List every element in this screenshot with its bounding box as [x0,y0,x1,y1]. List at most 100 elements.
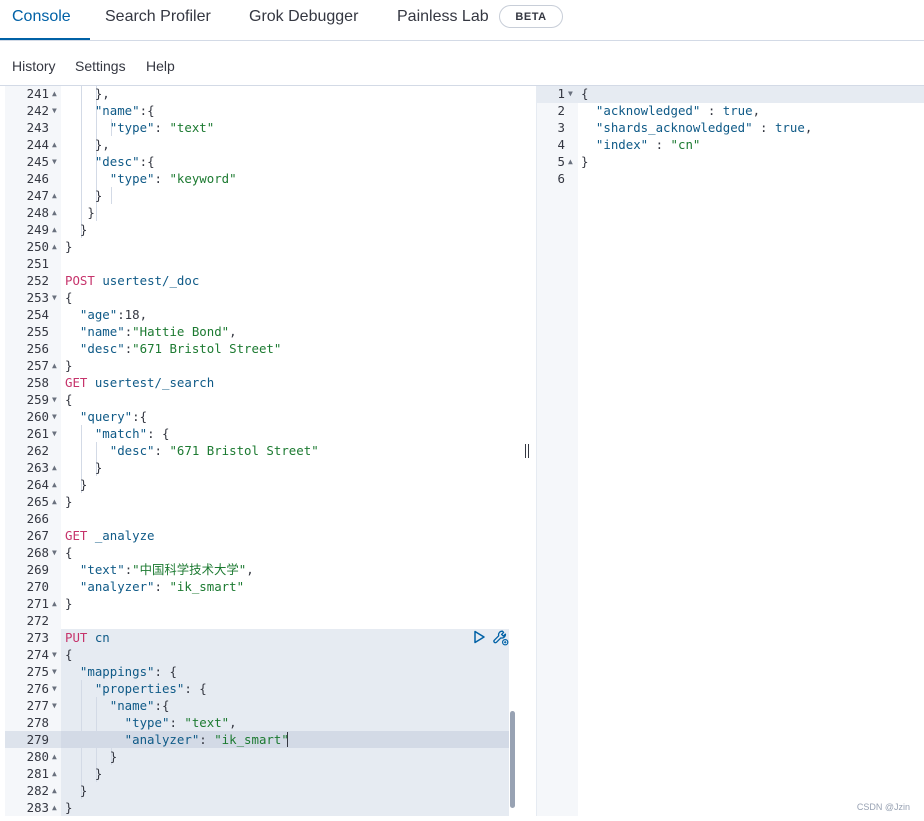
code-token: } [65,766,103,781]
code-line: 246 "type": "keyword" [5,170,521,187]
fold-up-icon[interactable]: ▲ [52,782,57,799]
code-line: 278 "type": "text", [5,714,521,731]
tab-painless-lab[interactable]: Painless Lab [397,0,489,40]
code-token: "properties" [65,681,185,696]
fold-down-icon[interactable]: ▼ [52,289,57,306]
fold-up-icon[interactable]: ▲ [568,153,573,170]
code-token: GET [65,375,95,390]
fold-down-icon[interactable]: ▼ [52,697,57,714]
line-number: 246 [26,171,49,186]
settings-menu[interactable]: Settings [75,58,126,74]
code-text: }, [65,86,110,102]
code-text: "name":{ [65,697,170,714]
fold-down-icon[interactable]: ▼ [568,86,573,102]
code-text: PUT cn [65,629,110,646]
code-token: "keyword" [169,171,237,186]
code-line: 261 ▼ "match": { [5,425,521,442]
code-text: "type": "text", [65,714,237,731]
code-line: 280 ▲ } [5,748,521,765]
code-text: } [65,765,102,782]
fold-up-icon[interactable]: ▲ [52,765,57,782]
line-number: 266 [26,511,49,526]
fold-down-icon[interactable]: ▼ [52,544,57,561]
code-token: : [154,443,170,458]
fold-down-icon[interactable]: ▼ [52,646,57,663]
code-text: } [65,187,102,204]
tab-grok-debugger[interactable]: Grok Debugger [249,0,358,40]
code-token: "analyzer" [65,732,200,747]
fold-down-icon[interactable]: ▼ [52,680,57,697]
line-number: 250 [26,239,49,254]
line-number: 274 [26,647,49,662]
pane-resize-handle[interactable] [524,444,530,458]
code-token: { [65,392,73,407]
code-text: "name":"Hattie Bond", [65,323,237,340]
code-text: "match": { [65,425,170,442]
help-menu[interactable]: Help [146,58,175,74]
send-request-icon[interactable] [472,630,486,644]
code-line: 273 PUT cn [5,629,521,646]
code-token: } [65,477,88,492]
code-line: 268 ▼ { [5,544,521,561]
code-line: 247 ▲ } [5,187,521,204]
tab-search-profiler[interactable]: Search Profiler [105,0,211,40]
fold-up-icon[interactable]: ▲ [52,493,57,510]
fold-up-icon[interactable]: ▲ [52,748,57,765]
code-line: 254 "age":18, [5,306,521,323]
code-line: 252 POST usertest/_doc [5,272,521,289]
fold-down-icon[interactable]: ▼ [52,153,57,170]
wrench-icon[interactable] [492,629,509,646]
code-token: { [65,545,73,560]
code-token: "cn" [670,137,701,152]
code-token: :{ [132,409,148,424]
fold-down-icon[interactable]: ▼ [52,102,57,119]
text-cursor [287,732,288,747]
code-token: "671 Bristol Street" [132,341,282,356]
line-number: 275 [26,664,49,679]
code-line: 255 "name":"Hattie Bond", [5,323,521,340]
fold-up-icon[interactable]: ▲ [52,799,57,816]
fold-up-icon[interactable]: ▲ [52,595,57,612]
code-line: 267 GET _analyze [5,527,521,544]
line-number: 248 [26,205,49,220]
code-token: , [229,324,237,339]
code-token: "name" [65,698,155,713]
code-text: "analyzer": "ik_smart" [65,731,289,748]
fold-up-icon[interactable]: ▲ [52,187,57,204]
fold-up-icon[interactable]: ▲ [52,476,57,493]
line-number: 278 [26,715,49,730]
code-text: "name":{ [65,102,155,119]
code-token: : [700,103,723,118]
code-token: : [752,120,775,135]
code-token: true [774,120,805,135]
output-line: 6 [537,170,924,187]
fold-up-icon[interactable]: ▲ [52,204,57,221]
fold-up-icon[interactable]: ▲ [52,459,57,476]
request-editor[interactable]: 241 ▲ }, 242 ▼ "name":{243 "type": "text" 24… [5,86,521,816]
app-tabs: Console Search Profiler Grok Debugger Pa… [0,0,924,41]
line-number: 258 [26,375,49,390]
fold-up-icon[interactable]: ▲ [52,238,57,255]
editor-scrollbar-thumb[interactable] [510,711,515,808]
line-number: 277 [26,698,49,713]
fold-up-icon[interactable]: ▲ [52,136,57,153]
history-menu[interactable]: History [12,58,56,74]
code-token: { [581,86,589,101]
fold-up-icon[interactable]: ▲ [52,221,57,238]
line-number: 263 [26,460,49,475]
code-line: 269 "text":"中国科学技术大学", [5,561,521,578]
fold-up-icon[interactable]: ▲ [52,86,57,102]
code-token: "query" [65,409,133,424]
code-token: : [154,120,170,135]
fold-down-icon[interactable]: ▼ [52,408,57,425]
code-token: } [65,783,88,798]
fold-down-icon[interactable]: ▼ [52,663,57,680]
code-text: "desc":{ [65,153,155,170]
code-token: "ik_smart" [169,579,245,594]
fold-down-icon[interactable]: ▼ [52,425,57,442]
code-token: }, [65,86,110,101]
fold-down-icon[interactable]: ▼ [52,391,57,408]
line-number: 276 [26,681,49,696]
tab-console[interactable]: Console [12,0,71,40]
fold-up-icon[interactable]: ▲ [52,357,57,374]
